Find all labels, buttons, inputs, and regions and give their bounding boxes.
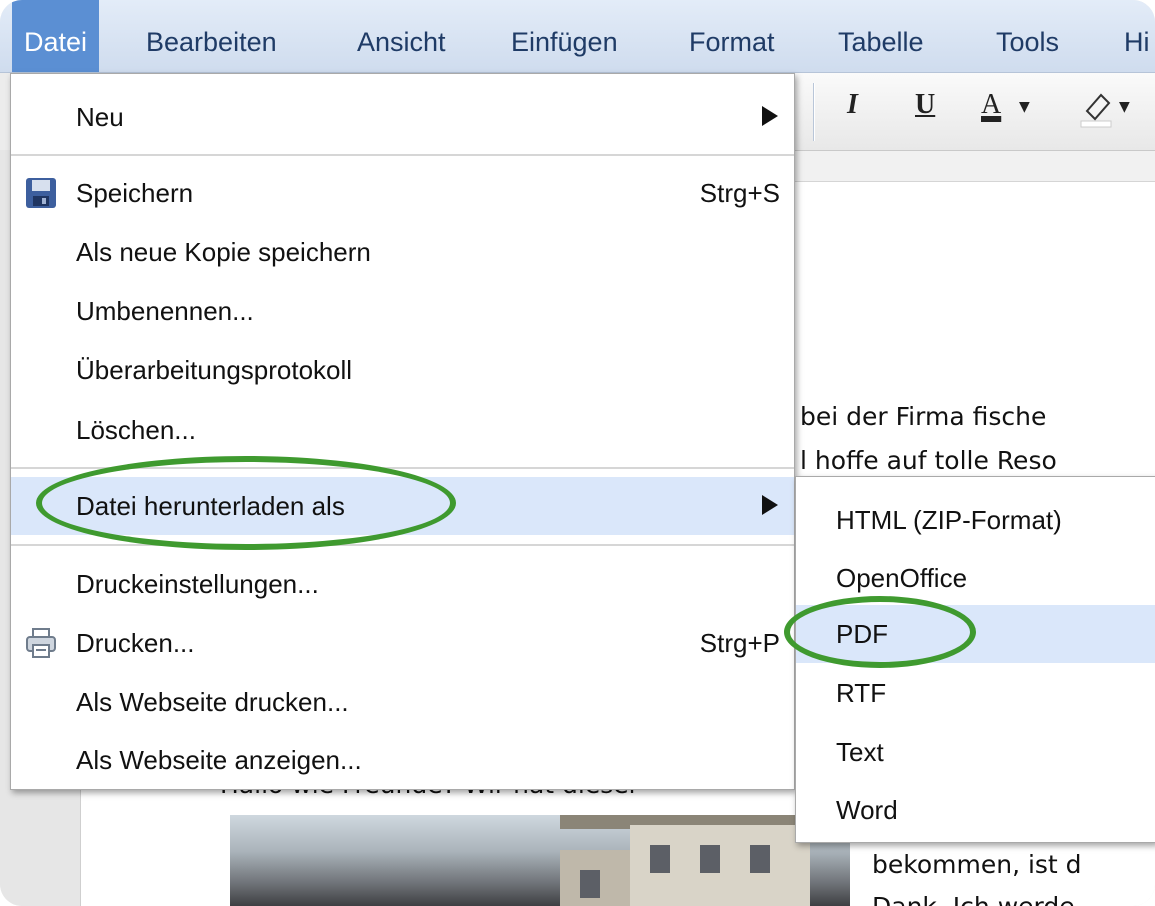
submenu-arrow-icon bbox=[762, 106, 778, 126]
highlight-color-icon[interactable] bbox=[1079, 89, 1113, 129]
submenu-item-rtf[interactable]: RTF bbox=[796, 664, 1155, 722]
submenu-item-html[interactable]: HTML (ZIP-Format) bbox=[796, 491, 1155, 549]
menu-item-new[interactable]: Neu bbox=[11, 88, 794, 146]
submenu-item-word[interactable]: Word bbox=[796, 781, 1155, 839]
document-text-line: bekommen, ist d bbox=[872, 850, 1082, 879]
formatting-toolbar: I U A ▼ ▼ bbox=[795, 73, 1155, 151]
menu-item-save-copy[interactable]: Als neue Kopie speichern bbox=[11, 223, 794, 281]
document-text-line: Dank. Ich werde bbox=[872, 892, 1075, 906]
shortcut-label: Strg+S bbox=[699, 178, 780, 208]
image-window bbox=[580, 870, 600, 898]
submenu-item-label: HTML (ZIP-Format) bbox=[836, 505, 1062, 535]
submenu-item-label: RTF bbox=[836, 678, 887, 708]
text-color-button[interactable]: A bbox=[981, 89, 1001, 121]
menu-item-label: Speichern bbox=[76, 178, 194, 208]
submenu-item-text[interactable]: Text bbox=[796, 723, 1155, 781]
download-submenu: HTML (ZIP-Format) OpenOffice PDF RTF Tex… bbox=[795, 476, 1155, 843]
menu-separator bbox=[11, 467, 794, 469]
image-window bbox=[700, 845, 720, 873]
menu-einfuegen[interactable]: Einfügen bbox=[511, 0, 618, 72]
submenu-item-label: Text bbox=[836, 737, 884, 767]
menu-item-download-as[interactable]: Datei herunterladen als bbox=[11, 477, 794, 535]
shortcut-label: Strg+P bbox=[699, 628, 780, 658]
menu-item-label: Als Webseite anzeigen... bbox=[76, 745, 362, 775]
menu-format[interactable]: Format bbox=[689, 0, 775, 72]
submenu-arrow-icon bbox=[762, 495, 778, 515]
italic-button[interactable]: I bbox=[847, 89, 858, 121]
menu-item-label: Drucken... bbox=[76, 628, 195, 658]
menu-item-label: Datei herunterladen als bbox=[76, 491, 345, 521]
menu-item-label: Als Webseite drucken... bbox=[76, 687, 349, 717]
menu-item-label: Löschen... bbox=[76, 415, 196, 445]
file-menu: Neu Speichern Strg+S Als neue Kopie spei… bbox=[10, 73, 795, 790]
app-window: Datei Bearbeiten Ansicht Einfügen Format… bbox=[0, 0, 1155, 906]
menu-item-save[interactable]: Speichern Strg+S bbox=[11, 164, 794, 222]
menu-tools[interactable]: Tools bbox=[996, 0, 1059, 72]
ruler bbox=[795, 151, 1155, 182]
menu-tabelle[interactable]: Tabelle bbox=[838, 0, 924, 72]
submenu-item-label: PDF bbox=[836, 619, 888, 649]
submenu-item-label: Word bbox=[836, 795, 898, 825]
menu-item-print-webpage[interactable]: Als Webseite drucken... bbox=[11, 673, 794, 731]
image-window bbox=[750, 845, 770, 873]
menu-item-revision-history[interactable]: Überarbeitungsprotokoll bbox=[11, 341, 794, 399]
printer-icon bbox=[26, 628, 56, 658]
menu-separator bbox=[11, 154, 794, 156]
menu-item-show-webpage[interactable]: Als Webseite anzeigen... bbox=[11, 731, 794, 789]
image-window bbox=[650, 845, 670, 873]
underline-button[interactable]: U bbox=[915, 89, 935, 121]
document-text-line: bei der Firma fische bbox=[800, 402, 1047, 431]
save-disk-icon bbox=[26, 178, 56, 208]
menu-item-label: Druckeinstellungen... bbox=[76, 569, 319, 599]
submenu-item-openoffice[interactable]: OpenOffice bbox=[796, 549, 1155, 607]
menu-item-delete[interactable]: Löschen... bbox=[11, 401, 794, 459]
toolbar-separator bbox=[813, 83, 815, 141]
menu-item-label: Als neue Kopie speichern bbox=[76, 237, 371, 267]
menu-item-rename[interactable]: Umbenennen... bbox=[11, 282, 794, 340]
document-text-line: l hoffe auf tolle Reso bbox=[800, 446, 1057, 475]
menu-hilfe[interactable]: Hi bbox=[1124, 0, 1150, 72]
menu-item-label: Umbenennen... bbox=[76, 296, 254, 326]
menu-item-label: Neu bbox=[76, 102, 124, 132]
text-color-dropdown-icon[interactable]: ▼ bbox=[1019, 99, 1030, 115]
menu-datei[interactable]: Datei bbox=[12, 0, 100, 72]
document-image[interactable] bbox=[230, 815, 850, 906]
menu-bar: Datei Bearbeiten Ansicht Einfügen Format… bbox=[0, 0, 1155, 73]
menu-item-print[interactable]: Drucken... Strg+P bbox=[11, 614, 794, 672]
highlight-dropdown-icon[interactable]: ▼ bbox=[1119, 99, 1130, 115]
menu-item-print-settings[interactable]: Druckeinstellungen... bbox=[11, 555, 794, 613]
menu-item-label: Überarbeitungsprotokoll bbox=[76, 355, 353, 385]
submenu-item-label: OpenOffice bbox=[836, 563, 968, 593]
menu-ansicht[interactable]: Ansicht bbox=[357, 0, 446, 72]
menu-bearbeiten[interactable]: Bearbeiten bbox=[146, 0, 277, 72]
submenu-item-pdf[interactable]: PDF bbox=[796, 605, 1155, 663]
menu-separator bbox=[11, 544, 794, 546]
